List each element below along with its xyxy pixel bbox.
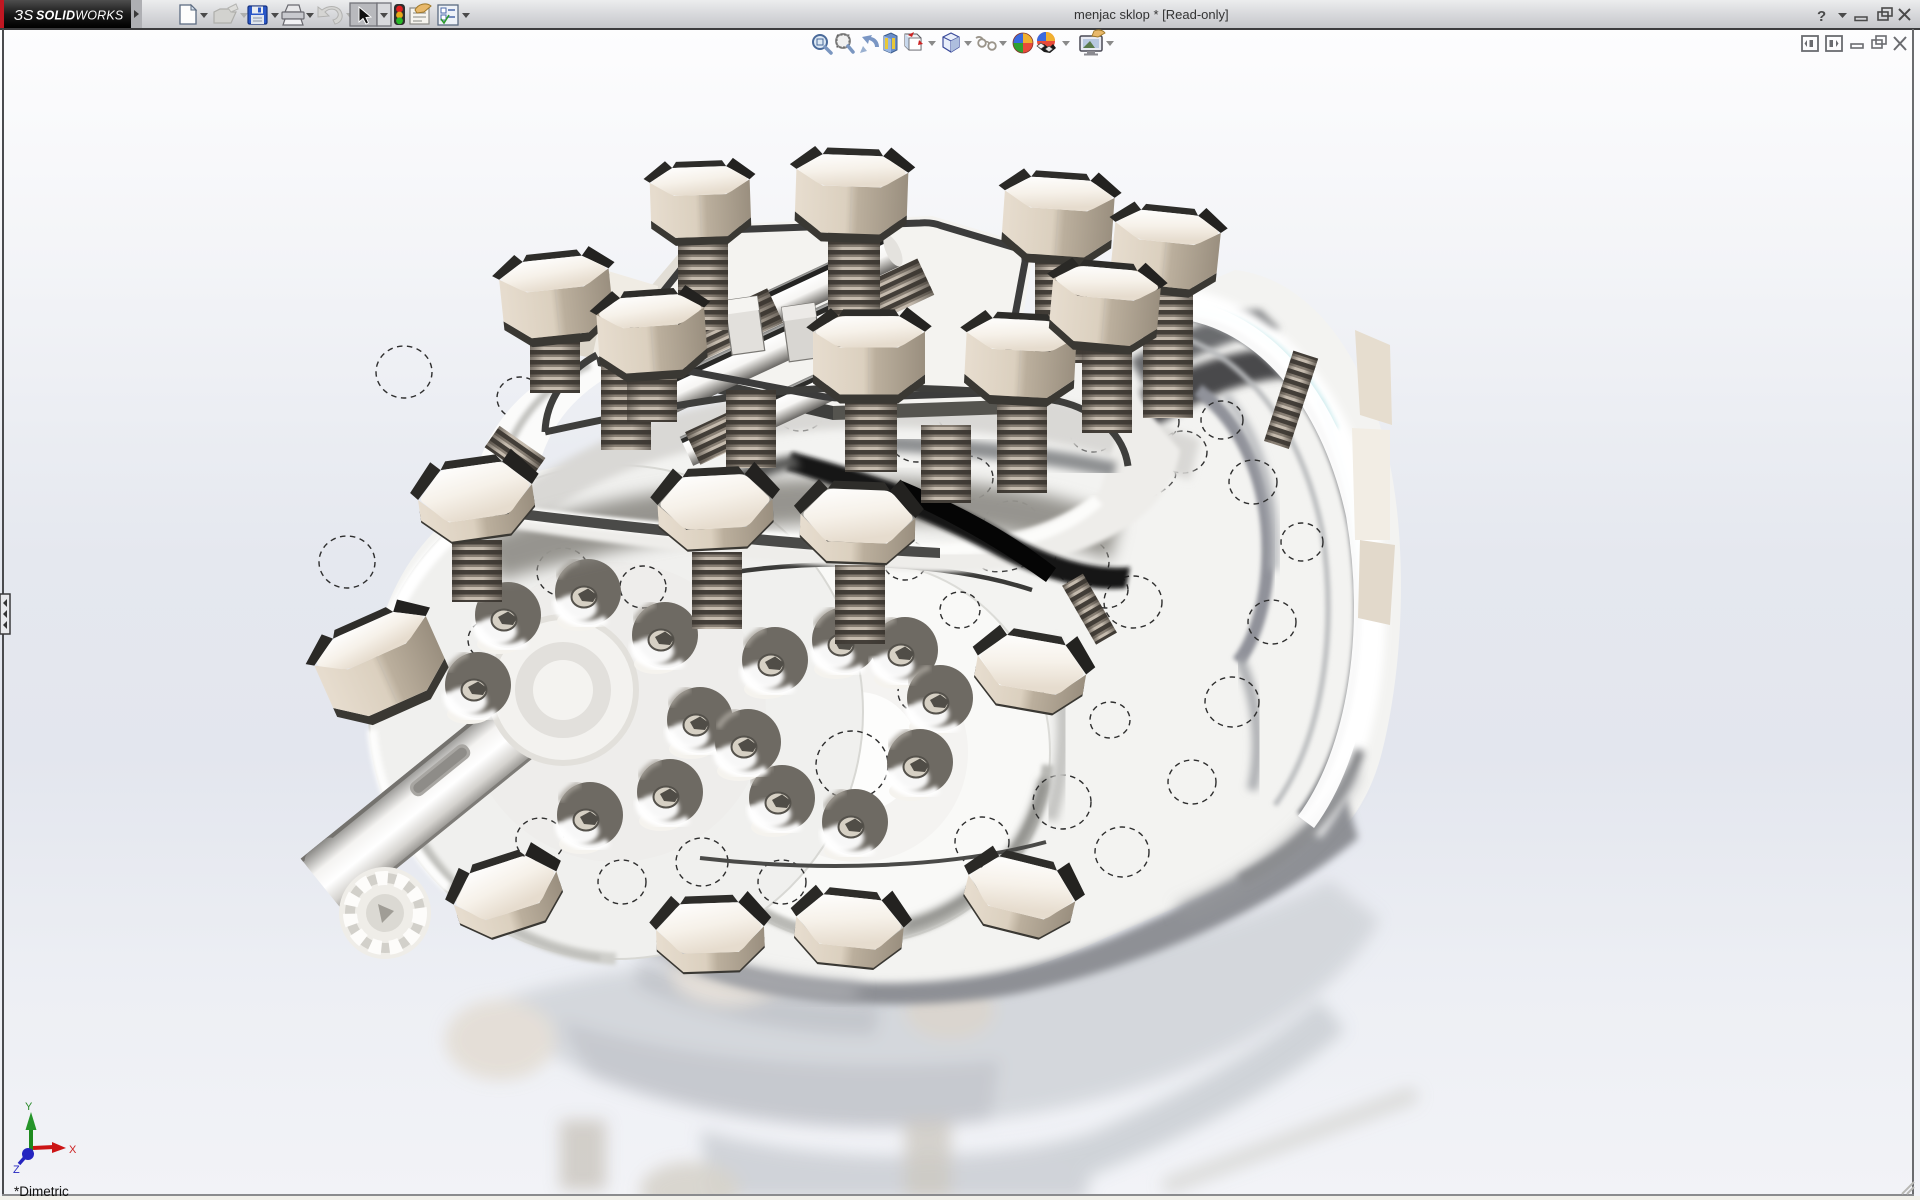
svg-text:SOLIDWORKS: SOLIDWORKS [36, 9, 124, 23]
svg-text:X: X [69, 1144, 77, 1156]
svg-text:menjac sklop * [Read-only]: menjac sklop * [Read-only] [1074, 7, 1229, 22]
svg-text:?: ? [1817, 8, 1826, 25]
svg-text:Y: Y [25, 1101, 33, 1113]
svg-text:ЗS: ЗS [14, 7, 33, 24]
svg-text:Z: Z [13, 1164, 20, 1176]
svg-text:*Dimetric: *Dimetric [14, 1184, 69, 1199]
